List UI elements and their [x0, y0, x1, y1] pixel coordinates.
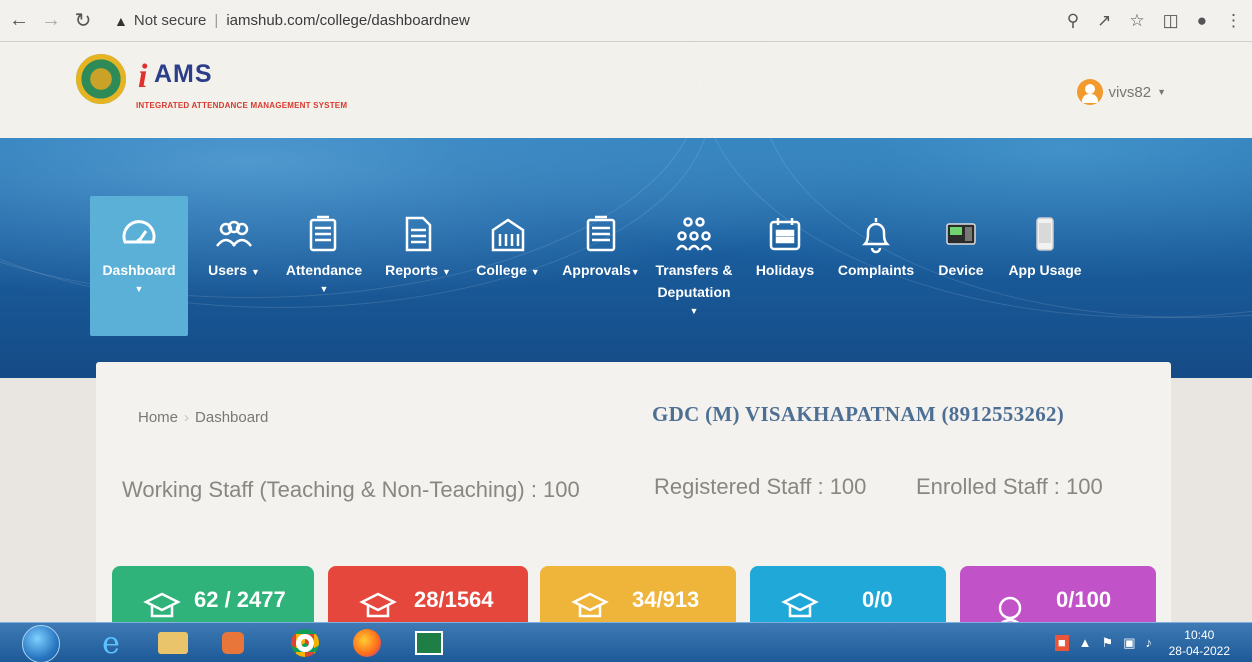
screen: ← → ↻ ▲ Not secure | iamshub.com/college… — [0, 0, 1252, 662]
count-tile[interactable]: 34/913 — [540, 566, 736, 630]
display-icon[interactable]: ▣ — [1123, 635, 1135, 651]
start-button[interactable] — [22, 625, 60, 662]
nav-holidays[interactable]: Holidays — [744, 196, 826, 346]
nav-approvals[interactable]: Approvals▼ — [556, 196, 646, 346]
volume-icon[interactable]: ♪ — [1146, 635, 1153, 651]
nav-transfers[interactable]: Transfers & Deputation ▼ — [646, 196, 742, 346]
tile-value: 28/1564 — [414, 587, 494, 612]
taskbar-clock[interactable]: 10:40 28-04-2022 — [1169, 627, 1230, 659]
count-tile[interactable]: 62 / 2477 — [112, 566, 314, 630]
notepad-icon — [581, 214, 621, 254]
nav-label: Dashboard — [102, 262, 176, 278]
users-icon — [214, 214, 254, 254]
register-icon — [304, 214, 344, 254]
nav-college[interactable]: College ▼ — [466, 196, 550, 346]
tile-value: 0/100 — [1056, 587, 1112, 612]
breadcrumb: Home › Dashboard — [138, 409, 268, 426]
language-icon[interactable]: ■ — [1054, 635, 1069, 651]
breadcrumb-current: Dashboard — [195, 409, 269, 426]
document-icon — [398, 214, 438, 254]
excel-icon[interactable] — [412, 627, 446, 659]
nav-label-line2: Deputation — [657, 284, 731, 300]
nav-label: College ▼ — [476, 262, 540, 278]
nav-label: Device — [938, 262, 984, 278]
working-staff-stat: Working Staff (Teaching & Non-Teaching) … — [122, 477, 580, 502]
registered-staff-stat: Registered Staff : 100 — [654, 474, 867, 499]
firefox-icon[interactable] — [350, 627, 384, 659]
caret-down-icon: ▼ — [319, 284, 329, 294]
flag-icon[interactable]: ⚑ — [1102, 635, 1114, 651]
bell-icon — [856, 214, 896, 254]
nav-label: Users ▼ — [208, 262, 260, 278]
nav-attendance[interactable]: Attendance ▼ — [276, 196, 372, 346]
college-title: GDC (M) VISAKHAPATNAM (8912553262) — [652, 402, 1065, 426]
internet-explorer-icon[interactable]: e — [94, 626, 128, 661]
people-group-icon — [674, 214, 714, 254]
tile-value: 62 / 2477 — [194, 587, 286, 612]
nav-label: Transfers & — [655, 262, 733, 278]
nav-label: Reports ▼ — [385, 262, 451, 278]
nav-complaints[interactable]: Complaints — [828, 196, 924, 346]
chevron-right-icon: › — [184, 409, 190, 426]
count-tile[interactable]: 0/100 — [960, 566, 1156, 630]
nav-dashboard[interactable]: Dashboard ▼ — [90, 196, 188, 336]
breadcrumb-home[interactable]: Home — [138, 409, 178, 426]
enrolled-staff-stat: Enrolled Staff : 100 — [916, 474, 1103, 499]
nav-label: Complaints — [837, 262, 915, 278]
clock-date: 28-04-2022 — [1168, 644, 1230, 658]
building-icon — [488, 214, 528, 254]
clock-time: 10:40 — [1184, 628, 1215, 642]
windows-taskbar: e ■ ▲ ⚑ ▣ ♪ 10:40 28-04-2022 — [0, 622, 1252, 662]
network-icon[interactable]: ▲ — [1079, 635, 1092, 651]
count-tile[interactable]: 0/0 — [750, 566, 946, 630]
nav-label: Attendance — [285, 262, 363, 278]
nav-device[interactable]: Device — [926, 196, 996, 346]
biometric-device-icon — [941, 214, 981, 254]
tile-value: 34/913 — [632, 587, 700, 612]
nav-label: Holidays — [755, 262, 815, 278]
main-nav: Dashboard ▼ Users ▼ Attendance ▼ Reports… — [90, 196, 1090, 346]
chrome-icon[interactable] — [288, 627, 322, 659]
count-tile[interactable]: 28/1564 — [328, 566, 528, 630]
phone-icon — [1025, 214, 1065, 254]
media-player-icon[interactable] — [216, 627, 250, 659]
nav-label: Approvals▼ — [562, 262, 640, 278]
nav-label: App Usage — [1008, 262, 1082, 278]
caret-down-icon: ▼ — [134, 284, 144, 294]
calendar-icon — [765, 214, 805, 254]
folder-icon[interactable] — [156, 627, 190, 659]
nav-app-usage[interactable]: App Usage — [1000, 196, 1090, 346]
tile-value: 0/0 — [862, 587, 893, 612]
nav-reports[interactable]: Reports ▼ — [376, 196, 460, 346]
caret-down-icon: ▼ — [689, 306, 699, 316]
nav-users[interactable]: Users ▼ — [198, 196, 270, 346]
gauge-icon — [119, 214, 159, 254]
system-tray: ■ ▲ ⚑ ▣ ♪ — [1054, 635, 1153, 651]
